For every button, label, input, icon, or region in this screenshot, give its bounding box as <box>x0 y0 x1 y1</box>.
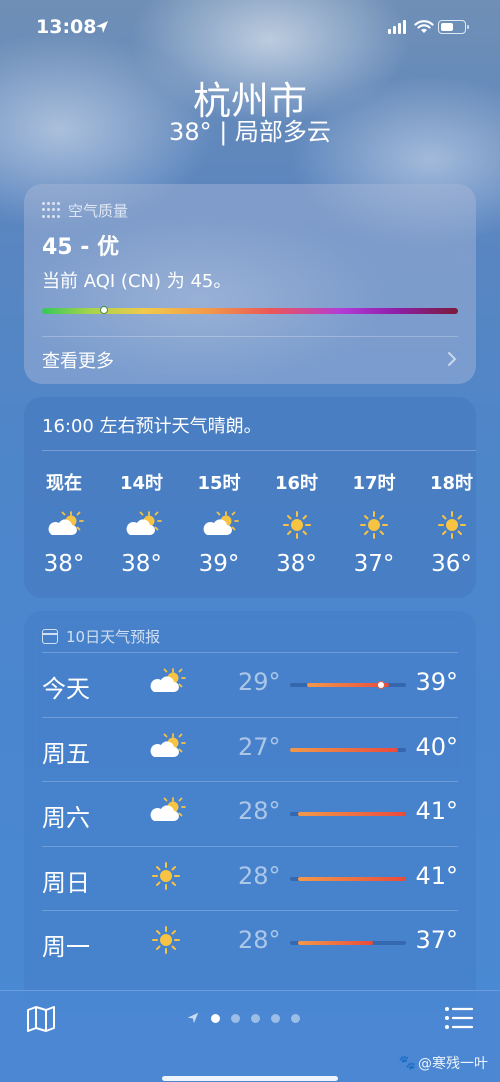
hour-label: 16时 <box>274 473 319 494</box>
watermark-text: @寒残一叶 <box>418 1056 488 1072</box>
temp-range-fill <box>298 941 373 945</box>
temp-range-track <box>290 941 406 945</box>
wifi-icon <box>414 20 434 33</box>
list-icon[interactable] <box>444 1005 474 1031</box>
aqi-description: 当前 AQI (CN) 为 45。 <box>42 271 232 292</box>
day-name: 周六 <box>42 804 90 832</box>
watermark: 🐾 @寒残一叶 <box>399 1053 488 1073</box>
day-name: 今天 <box>42 675 90 703</box>
temp-range-track <box>290 747 406 752</box>
location-arrow-icon <box>96 21 108 33</box>
temp-range-track <box>290 876 406 881</box>
page-dot[interactable] <box>211 1013 220 1023</box>
ten-day-header: 10日天气预报 <box>42 626 160 647</box>
map-icon[interactable] <box>26 1005 56 1033</box>
page-dot[interactable] <box>291 1013 300 1023</box>
hour-label: 18时 <box>429 473 474 494</box>
temp-range-fill <box>298 812 406 816</box>
day-row[interactable]: 周六 28° 41° <box>42 781 458 845</box>
status-time: 13:08 <box>36 16 97 38</box>
partly-cloudy-icon <box>146 795 186 831</box>
low-temp: 28° <box>238 797 281 825</box>
hour-item: 17时 37° <box>344 469 404 577</box>
air-quality-card[interactable]: 空气质量 45 - 优 当前 AQI (CN) 为 45。 查看更多 <box>24 184 476 384</box>
temp-range-fill <box>298 876 406 881</box>
hour-label: 15时 <box>197 473 241 494</box>
chevron-right-icon <box>448 352 457 366</box>
aqi-value: 45 - 优 <box>42 235 120 260</box>
low-temp: 28° <box>238 861 281 890</box>
page-dot[interactable] <box>231 1013 240 1023</box>
day-row[interactable]: 周五 27° 40° <box>42 716 458 781</box>
hour-temp: 36° <box>431 551 472 577</box>
aqi-indicator <box>100 306 109 314</box>
divider <box>42 336 458 337</box>
hour-temp: 38° <box>43 551 85 577</box>
hour-item: 15时 39° <box>189 469 249 577</box>
temp-range-track <box>290 812 406 816</box>
battery-icon <box>438 20 469 34</box>
hour-temp: 38° <box>121 551 162 577</box>
day-name: 周一 <box>42 933 90 961</box>
page-indicator[interactable] <box>186 1011 300 1025</box>
partly-cloudy-icon <box>199 509 239 541</box>
partly-cloudy-icon <box>146 731 186 767</box>
day-name: 周日 <box>42 868 90 897</box>
hour-label: 17时 <box>352 473 396 494</box>
hour-label: 14时 <box>119 473 164 494</box>
high-temp: 41° <box>415 861 458 890</box>
page-dot[interactable] <box>251 1013 260 1023</box>
paw-icon: 🐾 <box>398 1055 416 1071</box>
partly-cloudy-icon <box>44 509 84 541</box>
hourly-forecast-card[interactable]: 16:00 左右预计天气晴朗。 现在 38° 14时 38° 15时 39° 16时 38° 1… <box>24 397 476 598</box>
hour-item: 16时 38° <box>267 469 327 577</box>
cellular-signal-icon <box>388 20 406 34</box>
hour-item: 14时 38° <box>112 469 172 577</box>
high-temp: 39° <box>415 668 458 696</box>
day-row[interactable]: 今天 29° 39° <box>42 652 458 716</box>
hour-temp: 38° <box>276 551 317 577</box>
home-indicator[interactable] <box>162 1076 338 1081</box>
day-row[interactable]: 周一 28° 37° <box>42 910 458 974</box>
status-bar: 13:08 <box>0 14 500 42</box>
partly-cloudy-icon <box>146 666 186 702</box>
day-row[interactable]: 周日 28° 41° <box>42 845 458 910</box>
low-temp: 27° <box>238 732 281 761</box>
day-name: 周五 <box>42 739 90 768</box>
see-more-link[interactable]: 查看更多 <box>42 347 114 373</box>
temp-range-fill <box>290 747 398 752</box>
sun-icon <box>146 860 186 896</box>
hour-item: 18时 36° <box>422 469 482 577</box>
calendar-icon <box>42 629 58 644</box>
partly-cloudy-icon <box>122 509 162 541</box>
high-temp: 40° <box>415 732 458 761</box>
high-temp: 41° <box>415 797 458 825</box>
current-temp-indicator <box>377 681 386 689</box>
sun-icon <box>277 509 317 541</box>
location-arrow-icon <box>187 1012 199 1024</box>
hourly-summary: 16:00 左右预计天气晴朗。 <box>42 416 262 437</box>
hour-label: 现在 <box>46 473 82 494</box>
aqi-scale-bar <box>42 306 458 314</box>
temp-range-track <box>290 681 406 689</box>
sun-icon <box>354 509 394 541</box>
high-temp: 37° <box>415 926 458 954</box>
ten-day-title: 10日天气预报 <box>66 628 161 646</box>
low-temp: 28° <box>238 926 281 954</box>
ten-day-forecast-card[interactable]: 10日天气预报 今天 29° 39° 周五 27° 40° 周六 28° 41° 周日 28° 41°… <box>24 611 476 1011</box>
page-dot[interactable] <box>271 1013 280 1023</box>
current-conditions: 38° | 局部多云 <box>169 118 331 146</box>
sun-icon <box>432 509 472 541</box>
air-quality-title: 空气质量 <box>68 202 129 220</box>
sun-icon <box>146 924 186 960</box>
hour-item: 现在 38° <box>34 469 94 577</box>
hour-temp: 39° <box>198 551 240 577</box>
divider <box>42 450 476 451</box>
hour-temp: 37° <box>353 551 395 577</box>
air-quality-header: 空气质量 <box>42 200 128 221</box>
low-temp: 29° <box>238 668 281 696</box>
air-quality-icon <box>42 201 60 220</box>
